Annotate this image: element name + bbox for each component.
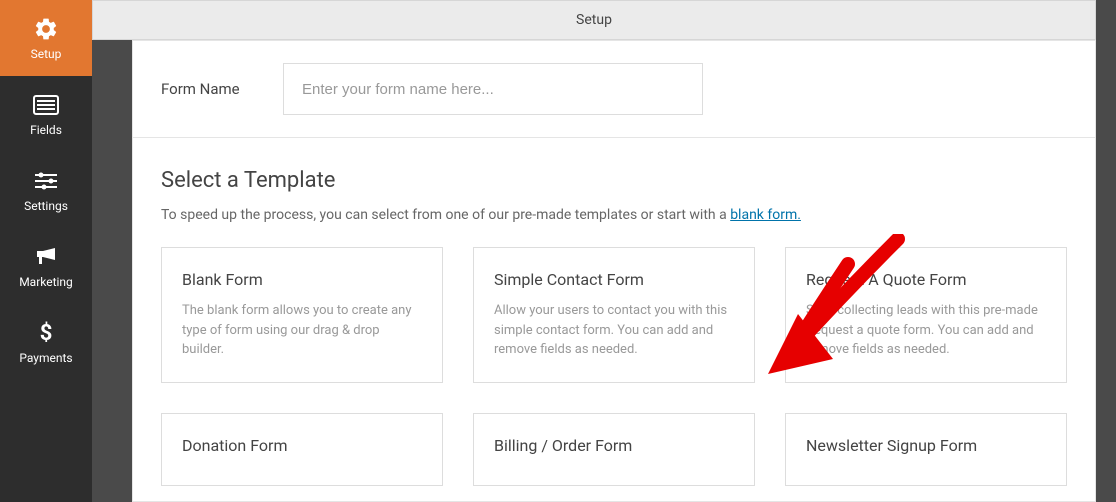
- gear-icon: [33, 15, 59, 43]
- template-desc: The blank form allows you to create any …: [182, 301, 422, 360]
- templates-grid: Blank Form The blank form allows you to …: [161, 247, 1067, 486]
- template-title: Request A Quote Form: [806, 270, 1046, 289]
- template-desc: Allow your users to contact you with thi…: [494, 301, 734, 360]
- main-area: Setup Form Name Select a Template To spe…: [92, 0, 1116, 502]
- template-section: Select a Template To speed up the proces…: [133, 138, 1095, 486]
- sidebar-item-marketing[interactable]: Marketing: [0, 228, 92, 304]
- svg-text:$: $: [40, 321, 53, 345]
- template-card-billing[interactable]: Billing / Order Form: [473, 413, 755, 486]
- template-title: Blank Form: [182, 270, 422, 289]
- template-desc: Start collecting leads with this pre-mad…: [806, 301, 1046, 360]
- sidebar-item-settings[interactable]: Settings: [0, 152, 92, 228]
- dollar-icon: $: [38, 319, 54, 347]
- template-title: Newsletter Signup Form: [806, 436, 1046, 455]
- form-name-input[interactable]: [283, 63, 703, 115]
- sliders-icon: [33, 167, 59, 195]
- section-desc: To speed up the process, you can select …: [161, 207, 1067, 223]
- form-name-row: Form Name: [133, 41, 1095, 138]
- sidebar-item-fields[interactable]: Fields: [0, 76, 92, 152]
- template-title: Billing / Order Form: [494, 436, 734, 455]
- sidebar-item-label: Marketing: [19, 275, 73, 289]
- setup-panel: Form Name Select a Template To speed up …: [132, 40, 1096, 502]
- template-card-request-quote[interactable]: Request A Quote Form Start collecting le…: [785, 247, 1067, 383]
- topbar: Setup: [92, 0, 1096, 40]
- page-title: Setup: [576, 12, 612, 28]
- sidebar-item-payments[interactable]: $ Payments: [0, 304, 92, 380]
- bullhorn-icon: [33, 243, 59, 271]
- template-title: Simple Contact Form: [494, 270, 734, 289]
- sidebar-item-label: Fields: [30, 123, 62, 137]
- section-title: Select a Template: [161, 168, 1067, 193]
- blank-form-link[interactable]: blank form.: [730, 207, 801, 223]
- template-card-blank[interactable]: Blank Form The blank form allows you to …: [161, 247, 443, 383]
- form-icon: [33, 91, 59, 119]
- sidebar-item-label: Payments: [19, 351, 72, 365]
- sidebar-item-label: Settings: [24, 199, 68, 213]
- sidebar-item-label: Setup: [31, 47, 62, 61]
- template-title: Donation Form: [182, 436, 422, 455]
- sidebar-item-setup[interactable]: Setup: [0, 0, 92, 76]
- template-card-donation[interactable]: Donation Form: [161, 413, 443, 486]
- template-card-newsletter[interactable]: Newsletter Signup Form: [785, 413, 1067, 486]
- section-desc-text: To speed up the process, you can select …: [161, 207, 730, 223]
- sidebar: Setup Fields Settings Marketing $ Paymen…: [0, 0, 92, 502]
- template-card-simple-contact[interactable]: Simple Contact Form Allow your users to …: [473, 247, 755, 383]
- form-name-label: Form Name: [133, 80, 283, 98]
